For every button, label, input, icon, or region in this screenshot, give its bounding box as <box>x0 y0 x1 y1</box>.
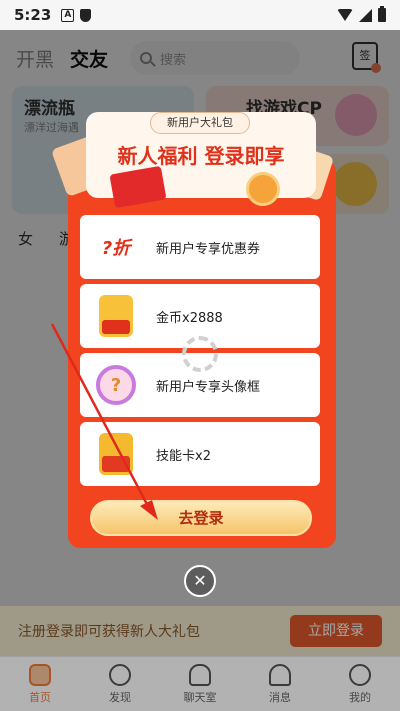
discount-icon-text: ?折 <box>101 238 131 259</box>
discount-coupon-icon: ?折 <box>94 225 138 269</box>
coin-icon <box>246 172 280 206</box>
avatar-frame-icon-text: ? <box>96 365 136 405</box>
gold-coin-packet-icon <box>94 294 138 338</box>
wifi-icon <box>337 9 353 21</box>
skill-card-icon <box>94 432 138 476</box>
shield-icon <box>80 8 92 22</box>
notification-a-icon: A <box>61 8 75 22</box>
avatar-frame-icon: ? <box>94 363 138 407</box>
gift-item: 技能卡x2 <box>80 422 320 486</box>
status-bar: 5:23 A <box>0 0 400 30</box>
gift-pack-tab: 新用户大礼包 <box>150 112 250 134</box>
bottomnav-dim <box>0 656 400 711</box>
gift-item-label: 新用户专享头像框 <box>156 379 261 395</box>
battery-icon <box>378 6 386 22</box>
gift-item: ?折 新用户专享优惠券 <box>80 215 320 279</box>
loading-spinner-icon <box>182 336 218 372</box>
gift-headline: 新人福利 登录即享 <box>117 144 285 168</box>
close-dialog-button[interactable]: ✕ <box>184 565 216 597</box>
signal-icon <box>359 8 372 22</box>
status-time: 5:23 <box>14 6 52 24</box>
gift-item-label: 技能卡x2 <box>156 448 211 464</box>
gift-item-label: 金币x2888 <box>156 310 223 326</box>
banner-dim <box>0 606 400 656</box>
go-login-button[interactable]: 去登录 <box>90 500 312 536</box>
gift-item-label: 新用户专享优惠券 <box>156 241 261 257</box>
